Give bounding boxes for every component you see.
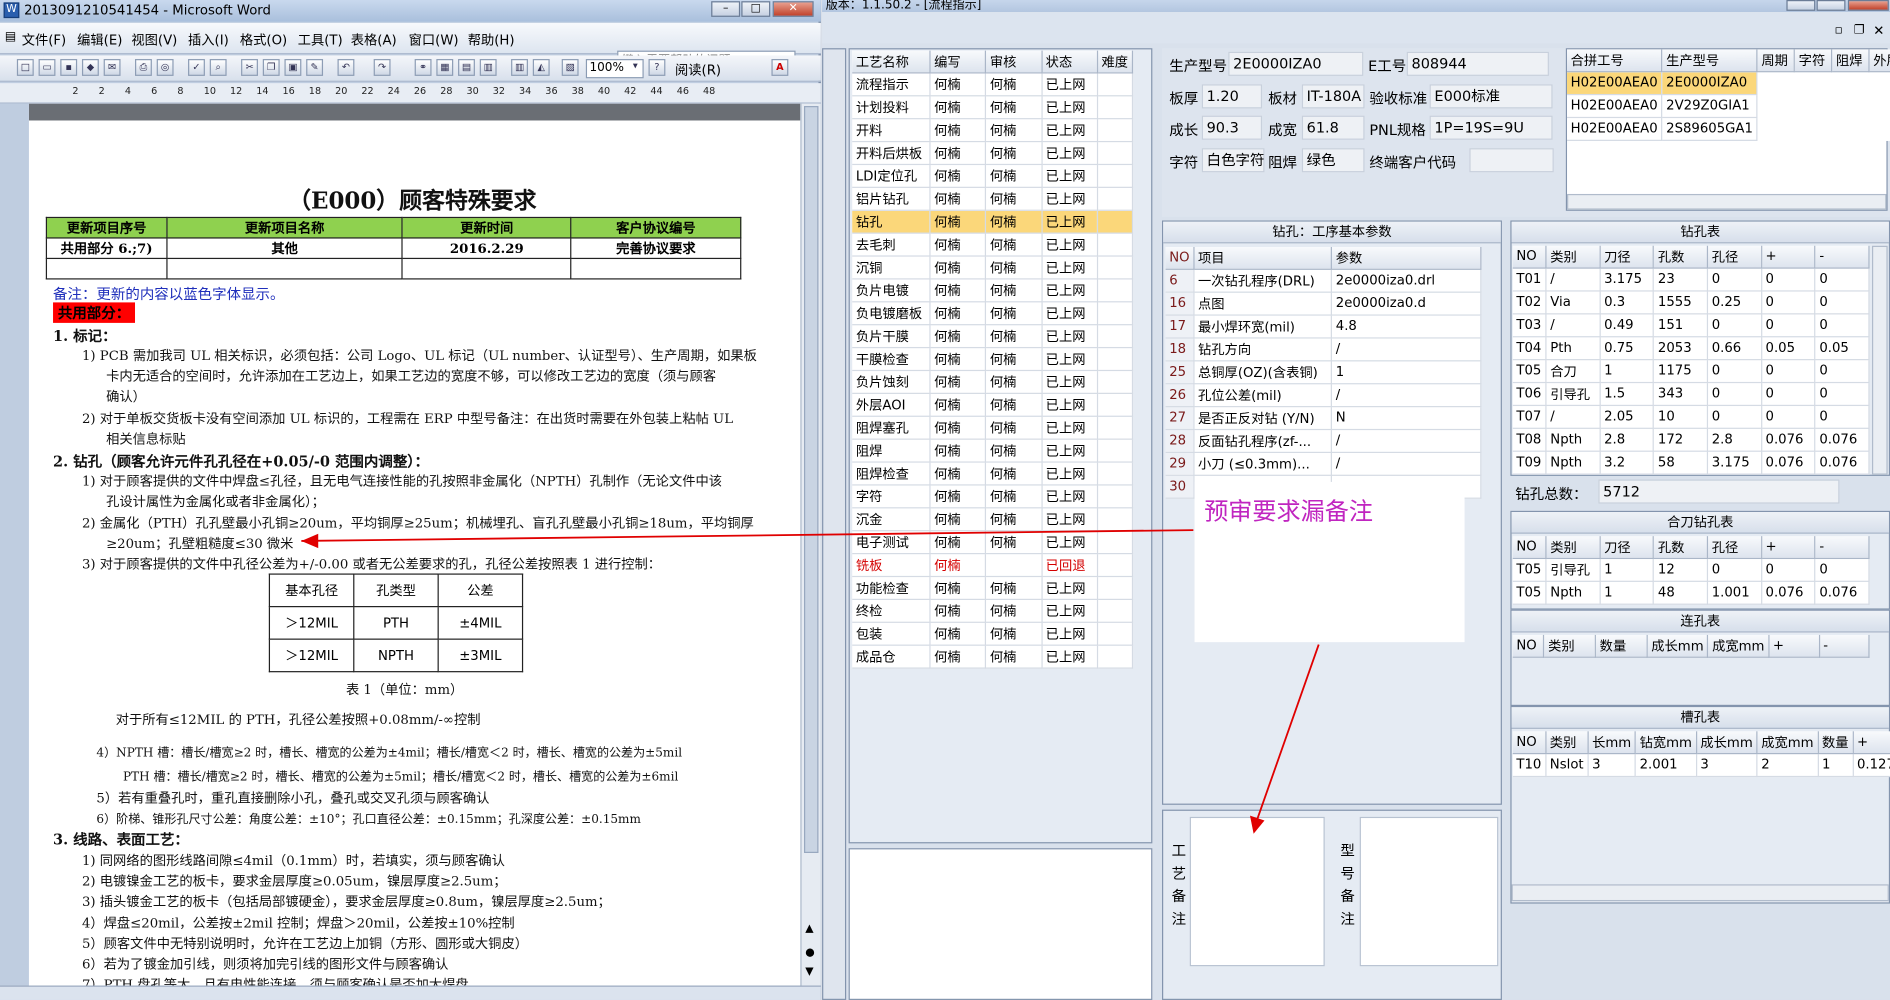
arrow-to-note — [1256, 644, 1320, 820]
arrow-head-left — [301, 533, 319, 549]
arrow-to-doc-line — [301, 529, 1194, 542]
arrow-head-down — [1249, 815, 1265, 834]
annotation-arrows — [301, 529, 1320, 834]
screen: W 2013091210541454 - Microsoft Word – □ … — [0, 0, 1890, 1000]
